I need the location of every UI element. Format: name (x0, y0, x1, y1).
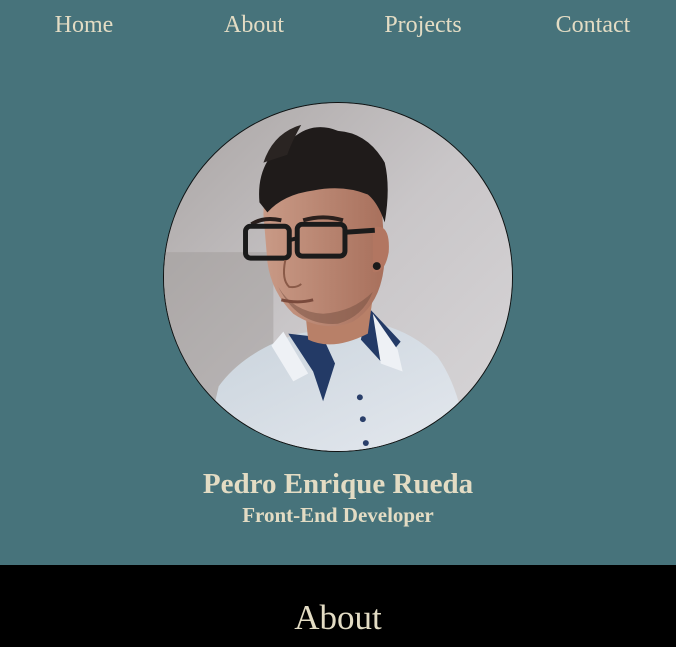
profile-photo (163, 102, 513, 452)
top-nav: Home About Projects Contact (0, 0, 676, 52)
nav-link-contact[interactable]: Contact (556, 10, 631, 40)
about-section: About (0, 565, 676, 647)
profile-name: Pedro Enrique Rueda (202, 468, 474, 500)
nav-link-about[interactable]: About (224, 10, 284, 40)
nav-link-projects[interactable]: Projects (384, 10, 461, 40)
nav-link-home[interactable]: Home (55, 10, 114, 40)
about-heading: About (294, 598, 382, 637)
profile-portrait-image (164, 103, 512, 451)
profile-role: Front-End Developer (242, 503, 434, 527)
